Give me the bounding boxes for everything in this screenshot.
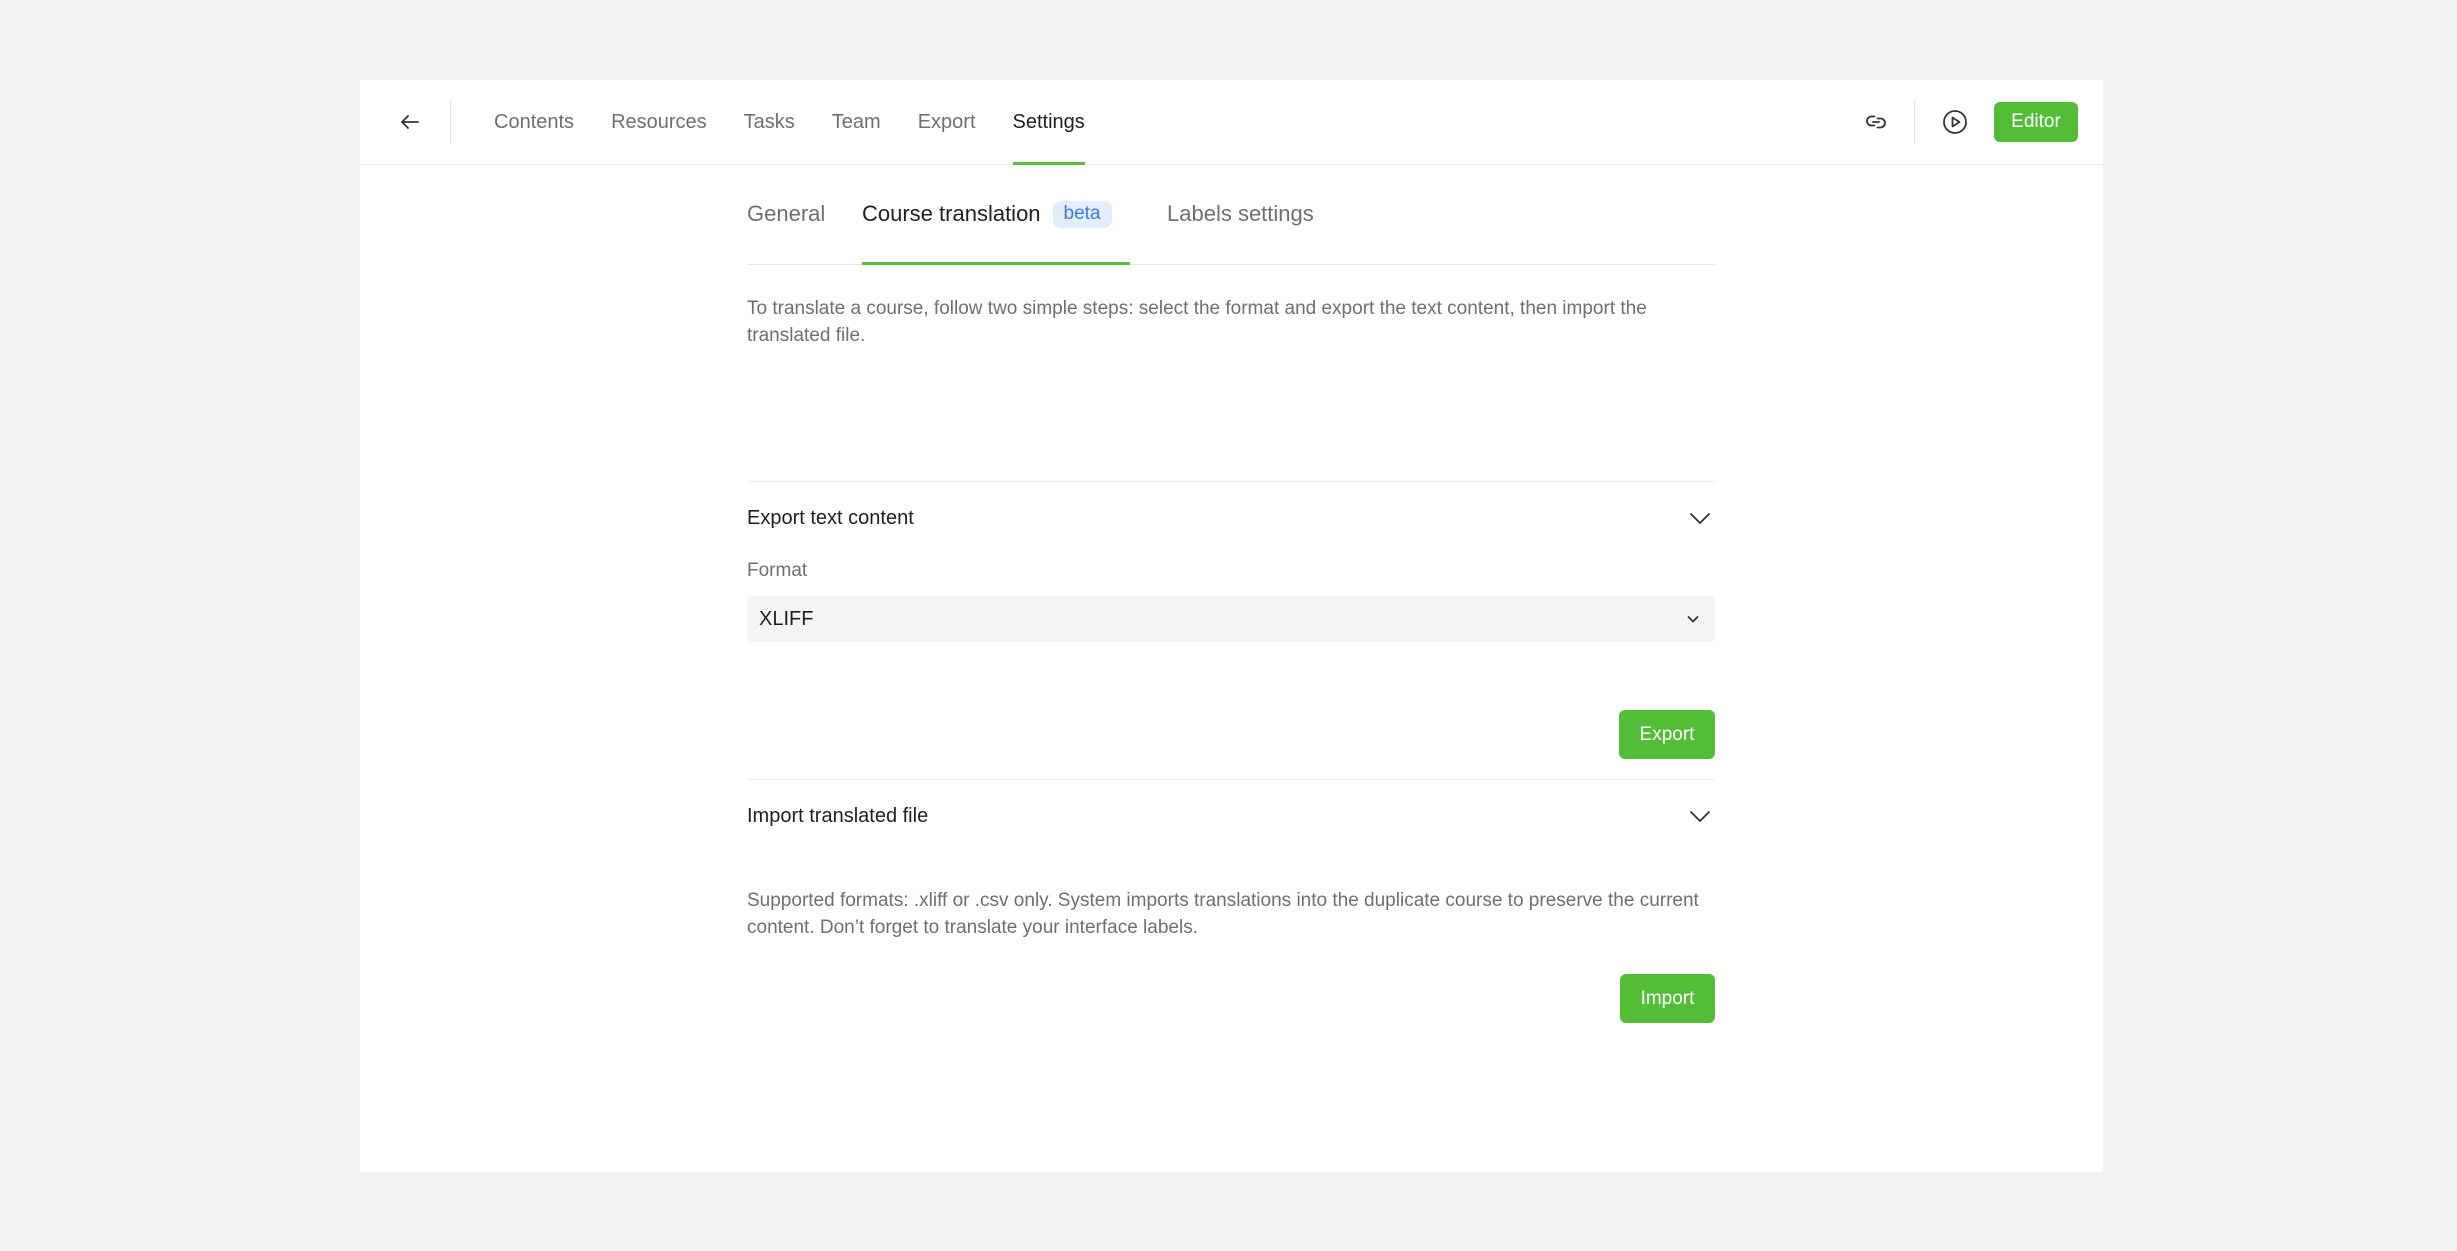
link-icon: [1866, 115, 1886, 129]
export-section-header[interactable]: Export text content: [747, 498, 1715, 538]
back-button[interactable]: [390, 102, 430, 142]
settings-subtabs: General Course translation beta Labels s…: [747, 164, 1715, 265]
format-select[interactable]: XLIFF: [747, 596, 1715, 642]
play-circle-icon: [1943, 110, 1967, 134]
intro-text: To translate a course, follow two simple…: [747, 298, 1647, 346]
copy-link-button[interactable]: [1856, 102, 1896, 142]
export-button[interactable]: Export: [1619, 710, 1715, 759]
chevron-down-icon: [1687, 616, 1699, 623]
nav-item-contents[interactable]: Contents: [494, 80, 574, 164]
nav-item-tasks[interactable]: Tasks: [744, 80, 795, 164]
actions-divider: [1914, 100, 1915, 144]
nav-item-resources[interactable]: Resources: [611, 80, 707, 164]
tab-course-translation[interactable]: Course translation beta: [862, 164, 1130, 265]
nav-divider: [450, 100, 451, 144]
editor-button[interactable]: Editor: [1994, 102, 2078, 142]
import-button[interactable]: Import: [1620, 974, 1715, 1023]
course-translation-panel: General Course translation beta Labels s…: [747, 164, 1715, 1023]
tab-course-translation-label: Course translation: [862, 201, 1041, 226]
nav-item-export[interactable]: Export: [918, 80, 976, 164]
preview-button[interactable]: [1935, 102, 1975, 142]
tab-general[interactable]: General: [747, 164, 825, 264]
beta-badge: beta: [1052, 200, 1112, 228]
format-label: Format: [747, 560, 808, 581]
nav-item-team[interactable]: Team: [832, 80, 881, 164]
section-divider: [747, 481, 1715, 482]
nav-item-settings[interactable]: Settings: [1012, 80, 1086, 165]
settings-card: Contents Resources Tasks Team Export Set…: [360, 80, 2103, 1172]
import-section-header[interactable]: Import translated file: [747, 796, 1715, 836]
chevron-down-icon: [1685, 801, 1715, 831]
tab-labels-settings[interactable]: Labels settings: [1167, 164, 1314, 264]
top-navigation-bar: Contents Resources Tasks Team Export Set…: [360, 80, 2103, 165]
section-divider: [747, 779, 1715, 780]
chevron-down-icon: [1685, 503, 1715, 533]
arrow-left-icon: [401, 115, 419, 129]
import-note: Supported formats: .xliff or .csv only. …: [747, 890, 1699, 938]
import-section-title: Import translated file: [747, 804, 929, 827]
format-select-value: XLIFF: [759, 607, 814, 630]
main-nav: Contents Resources Tasks Team Export Set…: [494, 80, 1122, 165]
export-section-title: Export text content: [747, 506, 914, 529]
